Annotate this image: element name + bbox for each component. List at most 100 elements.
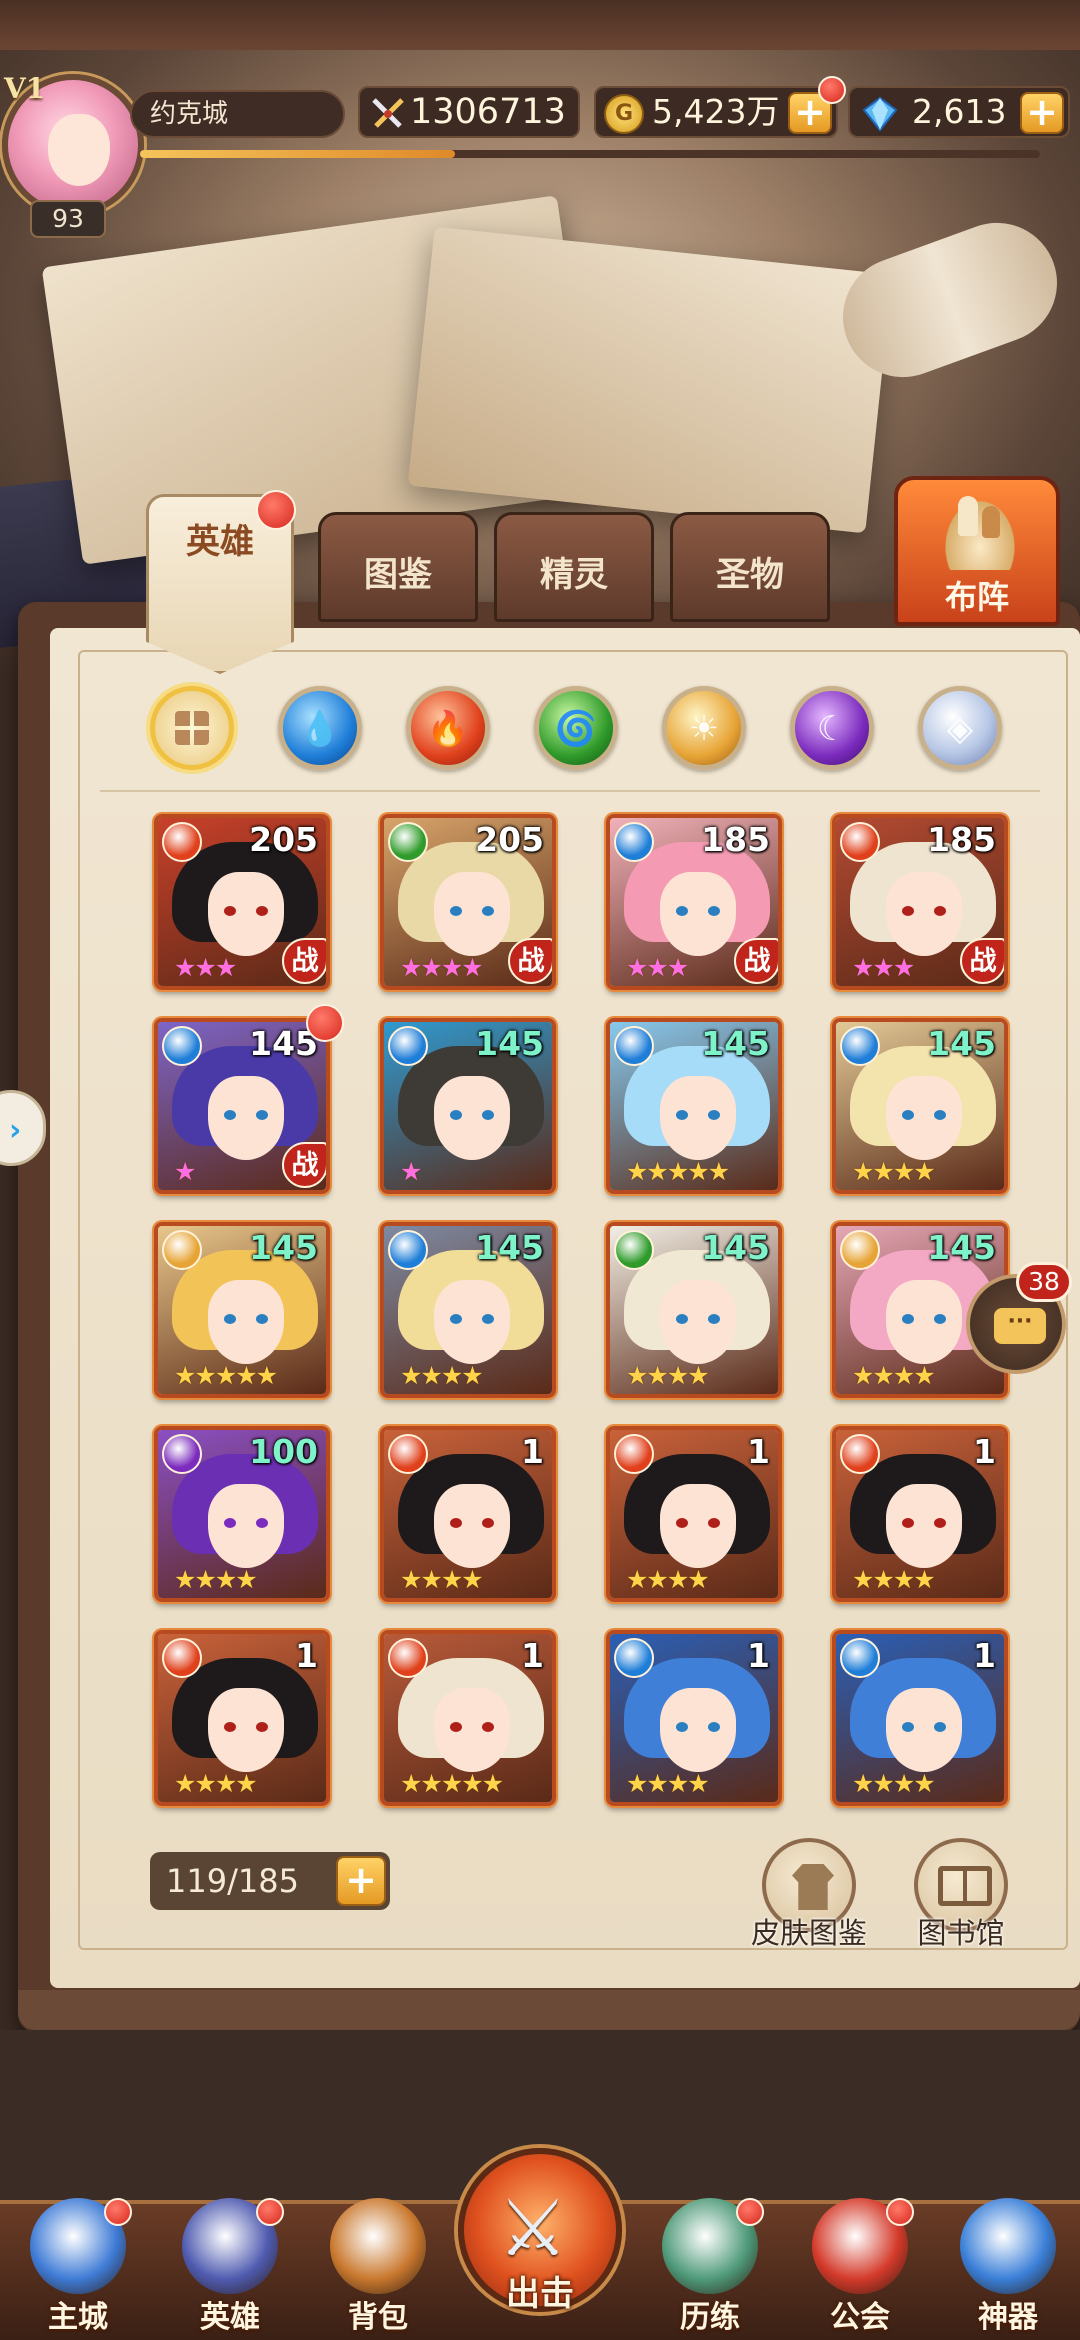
hero-level: 145 xyxy=(927,1228,996,1267)
tab-spirits[interactable]: 精灵 xyxy=(494,512,654,622)
filter-water-button[interactable]: 💧 xyxy=(278,686,362,770)
hero-eye xyxy=(902,1110,914,1120)
hero-level: 145 xyxy=(249,1228,318,1267)
fire-element-icon xyxy=(162,1638,202,1678)
nav-label: 公会 xyxy=(830,2300,890,2335)
avatar-face xyxy=(48,114,110,186)
hero-card[interactable]: 145 ★ 战 xyxy=(154,1018,330,1194)
hero-level: 1 xyxy=(747,1432,770,1471)
hero-card[interactable]: 145 ★★★★ xyxy=(606,1222,782,1398)
formation-label: 布阵 xyxy=(944,578,1009,616)
water-element-icon xyxy=(840,1638,880,1678)
hero-stars: ★★★ xyxy=(852,953,915,982)
nav-item[interactable]: 公会 xyxy=(790,2180,930,2340)
filter-light-button[interactable]: ☀ xyxy=(662,686,746,770)
hero-eye xyxy=(482,1518,494,1528)
hero-card[interactable]: 145 ★★★★ xyxy=(380,1222,556,1398)
hero-level: 1 xyxy=(521,1432,544,1471)
hero-card[interactable]: 145 ★★★★★ xyxy=(154,1222,330,1398)
hero-stars: ★★★★ xyxy=(626,1769,710,1798)
filter-void-button[interactable]: ◈ xyxy=(918,686,1002,770)
hero-face xyxy=(886,1280,962,1364)
nav-label: 背包 xyxy=(348,2300,408,2335)
hero-eye xyxy=(224,1518,236,1528)
nav-item[interactable]: 背包 xyxy=(308,2180,448,2340)
hero-card[interactable]: 1 ★★★★★ xyxy=(380,1630,556,1806)
backpack-icon xyxy=(330,2198,426,2294)
water-drop-icon: 💧 xyxy=(298,709,342,749)
light-element-icon xyxy=(840,1230,880,1270)
expand-capacity-button[interactable]: + xyxy=(336,1856,386,1906)
fire-element-icon xyxy=(388,1638,428,1678)
hero-card[interactable]: 1 ★★★★ xyxy=(606,1426,782,1602)
hero-eye xyxy=(676,1110,688,1120)
water-element-icon xyxy=(614,1638,654,1678)
nav-battle-button[interactable]: ⚔ 出击 xyxy=(458,2148,622,2314)
hero-stars: ★★★★ xyxy=(852,1769,936,1798)
tab-relics[interactable]: 圣物 xyxy=(670,512,830,622)
hero-card[interactable]: 145 ★★★★ xyxy=(832,1018,1008,1194)
hero-card[interactable]: 1 ★★★★ xyxy=(606,1630,782,1806)
formation-button[interactable]: 布阵 xyxy=(894,476,1060,626)
hero-level: 145 xyxy=(701,1024,770,1063)
hero-card[interactable]: 1 ★★★★ xyxy=(154,1630,330,1806)
hero-eye xyxy=(902,1314,914,1324)
water-element-icon xyxy=(388,1026,428,1066)
hero-face xyxy=(886,872,962,956)
hero-face xyxy=(208,1484,284,1568)
in-battle-badge: 战 xyxy=(734,938,778,984)
hero-eye xyxy=(902,906,914,916)
filter-all-button[interactable] xyxy=(150,686,234,770)
hero-stars: ★★★★ xyxy=(174,1769,258,1798)
chess-pieces-icon xyxy=(940,494,1020,570)
gold-value: 5,423万 xyxy=(652,92,780,131)
top-trim xyxy=(0,0,1080,50)
hero-face xyxy=(208,1076,284,1160)
filter-wind-button[interactable]: 🌀 xyxy=(534,686,618,770)
hero-face xyxy=(660,1076,736,1160)
player-level-badge: 93 xyxy=(30,200,106,238)
chevron-right-icon: › xyxy=(9,1113,22,1148)
hero-card[interactable]: 1 ★★★★ xyxy=(832,1630,1008,1806)
nav-battle-label: 出击 xyxy=(506,2274,574,2314)
hero-eye xyxy=(482,1314,494,1324)
hero-card[interactable]: 145 ★ xyxy=(380,1018,556,1194)
hero-level: 205 xyxy=(249,820,318,859)
filter-fire-button[interactable]: 🔥 xyxy=(406,686,490,770)
exp-bar xyxy=(140,150,1040,158)
crossed-swords-battle-icon: ⚔ xyxy=(498,2184,568,2274)
hero-eye xyxy=(934,1314,946,1324)
nav-item[interactable]: 主城 xyxy=(8,2180,148,2340)
nav-label: 历练 xyxy=(680,2300,740,2335)
hero-face xyxy=(434,872,510,956)
hero-eye xyxy=(450,1314,462,1324)
hero-eye xyxy=(224,1110,236,1120)
hero-card[interactable]: 185 ★★★ 战 xyxy=(832,814,1008,990)
tab-codex[interactable]: 图鉴 xyxy=(318,512,478,622)
hero-card[interactable]: 1 ★★★★ xyxy=(832,1426,1008,1602)
hero-eye xyxy=(902,1722,914,1732)
hero-card[interactable]: 185 ★★★ 战 xyxy=(606,814,782,990)
hero-eye xyxy=(482,1110,494,1120)
add-gems-button[interactable]: + xyxy=(1020,92,1064,134)
nav-item[interactable]: 神器 xyxy=(938,2180,1078,2340)
hero-eye xyxy=(256,1110,268,1120)
hero-eye xyxy=(676,906,688,916)
hero-card[interactable]: 205 ★★★★ 战 xyxy=(380,814,556,990)
filter-dark-button[interactable]: ☾ xyxy=(790,686,874,770)
hero-card[interactable]: 1 ★★★★ xyxy=(380,1426,556,1602)
hero-card[interactable]: 145 ★★★★★ xyxy=(606,1018,782,1194)
hero-eye xyxy=(224,906,236,916)
hero-eye xyxy=(934,1518,946,1528)
nav-item[interactable]: 英雄 xyxy=(160,2180,300,2340)
shirt-icon xyxy=(792,1864,834,1910)
hero-card[interactable]: 205 ★★★ 战 xyxy=(154,814,330,990)
hero-eye xyxy=(450,1518,462,1528)
diamond-icon xyxy=(862,96,898,132)
in-battle-badge: 战 xyxy=(282,938,326,984)
hero-eye xyxy=(934,1110,946,1120)
nav-item[interactable]: 历练 xyxy=(640,2180,780,2340)
hero-card[interactable]: 100 ★★★★ xyxy=(154,1426,330,1602)
tab-heroes-notification-dot xyxy=(256,490,296,530)
nav-notification-dot xyxy=(104,2198,132,2226)
